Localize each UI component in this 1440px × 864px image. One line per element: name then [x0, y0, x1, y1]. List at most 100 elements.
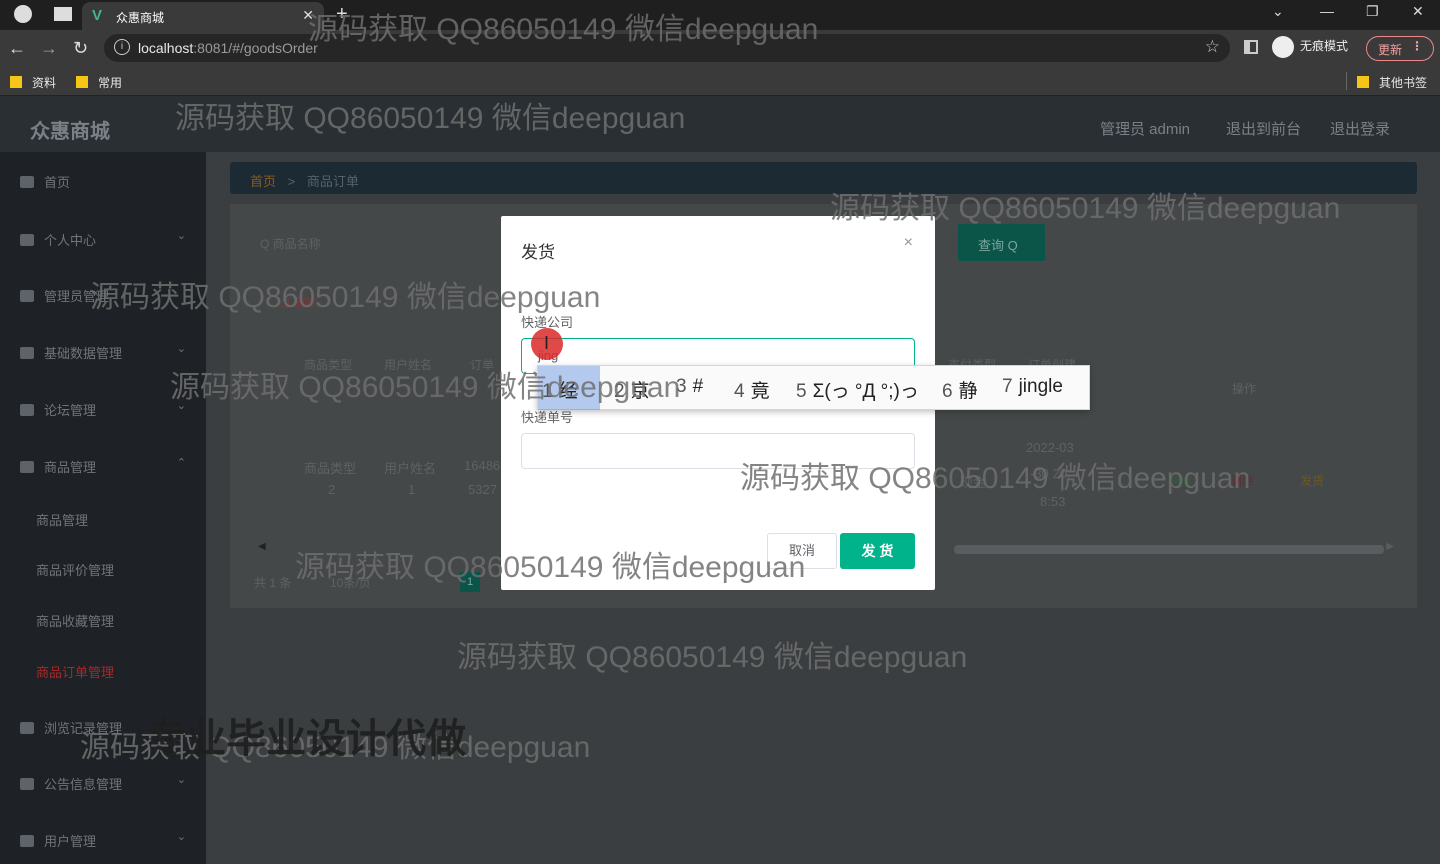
ime-candidate[interactable]: 1经	[542, 376, 578, 403]
tab-active[interactable]: V 众惠商城 ✕	[82, 2, 324, 30]
sidebar-subitem-reviews[interactable]: 商品评价管理	[36, 560, 114, 579]
cell-type-label: 商品类型	[304, 461, 357, 476]
column-header-actions: 操作	[1232, 382, 1257, 396]
restore-button[interactable]: ❐	[1366, 3, 1379, 20]
back-arrow-icon[interactable]: ←	[8, 38, 26, 59]
incognito-indicator[interactable]: 无痕模式	[1272, 36, 1348, 58]
site-info-icon[interactable]: i	[114, 39, 130, 55]
admin-icon	[20, 290, 34, 302]
detail-button[interactable]: 详情	[1168, 472, 1192, 489]
bookmark-separator	[1346, 72, 1347, 90]
history-icon	[20, 722, 34, 734]
dialog-title: 发货	[521, 243, 555, 262]
ship-button[interactable]: 发 货	[840, 533, 915, 569]
sidebar-item-home[interactable]: 首页	[20, 172, 190, 191]
data-icon	[20, 347, 34, 359]
ime-candidate[interactable]: 3 #	[676, 376, 703, 398]
breadcrumb: 首页 > 商品订单	[230, 162, 1417, 194]
breadcrumb-home[interactable]: 首页	[250, 174, 276, 189]
sidebar-subitem-orders[interactable]: 商品订单管理	[36, 662, 114, 681]
row-delete-button[interactable]: 删除	[1230, 472, 1254, 489]
home-icon	[20, 176, 34, 188]
column-header-type[interactable]: 商品类型	[304, 356, 352, 373]
cell-date-a: 2022-03	[1026, 440, 1074, 455]
window-close-button[interactable]: ✕	[1412, 3, 1424, 20]
delete-button[interactable]: ⊡ 删除	[280, 294, 317, 311]
pagination-page-1[interactable]: 1	[460, 572, 480, 592]
sidebar-item-history[interactable]: 浏览记录管理	[20, 718, 190, 737]
tab-title: 众惠商城	[116, 11, 165, 25]
sidebar-item-personal[interactable]: 个人中心 ⌄	[20, 230, 190, 249]
chart-icon	[20, 404, 34, 416]
sidebar-subitem-goods[interactable]: 商品管理	[36, 510, 88, 529]
ime-candidate[interactable]: 6静	[942, 376, 978, 403]
column-header-order[interactable]: 订单	[470, 356, 494, 373]
new-tab-button[interactable]: +	[336, 3, 348, 26]
reload-icon[interactable]: ↻	[73, 38, 88, 59]
sidebar-item-admins[interactable]: 管理员管理	[20, 286, 190, 305]
sidebar-item-users[interactable]: 用户管理 ⌄	[20, 831, 190, 850]
query-button[interactable]: 查询 Q	[958, 224, 1045, 261]
ime-candidate[interactable]: 2京	[614, 376, 650, 403]
search-icon: Q	[260, 237, 273, 251]
breadcrumb-separator: >	[287, 174, 296, 189]
cancel-button[interactable]: 取消	[767, 533, 837, 569]
scroll-right-icon[interactable]: ▶	[1386, 541, 1394, 552]
text-cursor-icon: I	[544, 333, 550, 353]
sidebar-item-notices[interactable]: 公告信息管理 ⌄	[20, 774, 190, 793]
tracking-number-input[interactable]	[521, 433, 915, 469]
pagination-total: 共 1 条	[254, 576, 292, 590]
folder-icon	[1357, 76, 1369, 88]
ime-candidate[interactable]: 7 jingle	[1002, 376, 1063, 398]
sidebar-item-basedata[interactable]: 基础数据管理 ⌄	[20, 343, 190, 362]
cell-date-b: -30 20:	[1030, 466, 1071, 481]
chevron-down-icon: ⌄	[176, 230, 186, 242]
ship-row-button[interactable]: 发货	[1300, 472, 1324, 489]
ime-candidate[interactable]: 4竟	[734, 376, 770, 403]
bookmark-folder-other[interactable]: 其他书签	[1357, 74, 1427, 91]
scroll-left-icon[interactable]: ◀	[258, 541, 266, 552]
back-to-front-link[interactable]: 退出到前台	[1226, 118, 1301, 139]
browser-globe-icon[interactable]	[14, 5, 32, 23]
browser-tab-bar: V 众惠商城 ✕ + ⌄ — ❐ ✕	[0, 0, 1440, 30]
ime-candidate[interactable]: 5 Σ(っ °Д °;)っ	[796, 376, 919, 403]
app-logo: 众惠商城	[30, 121, 110, 143]
logout-link[interactable]: 退出登录	[1330, 118, 1390, 139]
chevron-down-icon: ⌄	[176, 400, 186, 412]
bookmark-folder-docs[interactable]: 资料	[10, 74, 56, 91]
kebab-menu-icon: ⋮	[1411, 39, 1423, 53]
close-icon[interactable]: ×	[904, 234, 913, 252]
forward-arrow-icon[interactable]: →	[40, 38, 58, 59]
sidebar: 首页 个人中心 ⌄ 管理员管理 基础数据管理 ⌄ 论坛管理 ⌄ 商品管理 ⌃ 商品管理 …	[0, 152, 206, 864]
column-header-user[interactable]: 用户姓名	[384, 356, 432, 373]
side-panel-icon[interactable]	[1244, 40, 1258, 54]
sidebar-item-goods[interactable]: 商品管理 ⌃	[20, 457, 190, 476]
ime-candidate-list: 1经 2京 3 # 4竟 5 Σ(っ °Д °;)っ 6静 7 jingle	[537, 365, 1090, 410]
trash-icon: ⊡	[280, 296, 294, 310]
bookmark-star-icon[interactable]: ☆	[1205, 37, 1220, 57]
incognito-icon	[1272, 36, 1294, 58]
update-button[interactable]: 更新 ⋮	[1366, 36, 1434, 61]
address-bar: ← → ↻ i localhost:8081/#/goodsOrder ☆ 无痕…	[0, 30, 1440, 66]
cell-user-value: 1	[408, 482, 416, 497]
folder-icon	[10, 76, 22, 88]
cell-order-a: 16486	[464, 458, 501, 473]
user-icon	[20, 234, 34, 246]
tab-search-icon[interactable]: ⌄	[1272, 3, 1284, 20]
tab-close-icon[interactable]: ✕	[302, 7, 314, 24]
app-header: 众惠商城 管理员 admin 退出到前台 退出登录	[0, 96, 1440, 152]
minimize-button[interactable]: —	[1320, 3, 1334, 19]
bookmarks-bar: 资料 常用 其他书签	[0, 66, 1440, 96]
bookmark-folder-common[interactable]: 常用	[76, 74, 122, 91]
search-input[interactable]: Q 商品名称	[260, 235, 321, 252]
url-input[interactable]: i localhost:8081/#/goodsOrder ☆	[104, 34, 1230, 62]
scrollbar-thumb[interactable]	[954, 545, 1384, 554]
cell-order-b: 5327	[468, 482, 497, 497]
sidebar-subitem-favorites[interactable]: 商品收藏管理	[36, 611, 114, 630]
tab-strip-icon[interactable]	[54, 7, 72, 21]
cell-pay: 现金	[960, 475, 987, 490]
sidebar-item-forum[interactable]: 论坛管理 ⌄	[20, 400, 190, 419]
url-text: localhost:8081/#/goodsOrder	[138, 40, 318, 56]
chevron-down-icon: ⌄	[176, 831, 186, 843]
pagination-size-select[interactable]: 10条/页	[330, 574, 371, 591]
